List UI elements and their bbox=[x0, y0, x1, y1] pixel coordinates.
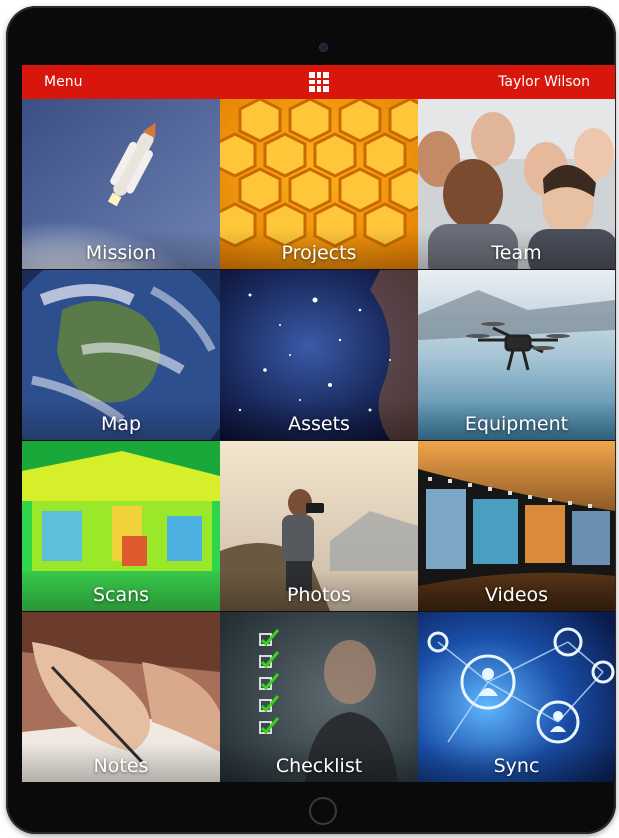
tile-label: Team bbox=[491, 242, 542, 264]
camera-dot bbox=[319, 43, 328, 52]
tile-projects[interactable]: Projects bbox=[220, 99, 418, 269]
tile-checklist[interactable]: Checklist bbox=[220, 612, 418, 782]
tile-photos[interactable]: Photos bbox=[220, 441, 418, 611]
tile-equipment[interactable]: Equipment bbox=[418, 270, 615, 440]
app-screen: Menu Taylor Wilson Mission Projects Team… bbox=[22, 65, 615, 782]
tile-label: Photos bbox=[286, 584, 352, 606]
tile-assets[interactable]: Assets bbox=[220, 270, 418, 440]
tile-label: Assets bbox=[288, 413, 350, 435]
home-button[interactable] bbox=[309, 797, 337, 825]
tile-label: Sync bbox=[493, 755, 540, 777]
tile-map[interactable]: Map bbox=[22, 270, 220, 440]
tile-team[interactable]: Team bbox=[418, 99, 615, 269]
user-name[interactable]: Taylor Wilson bbox=[498, 74, 590, 90]
tile-sync[interactable]: Sync bbox=[418, 612, 615, 782]
tile-label: Map bbox=[100, 413, 142, 435]
tile-videos[interactable]: Videos bbox=[418, 441, 615, 611]
tile-scans[interactable]: Scans bbox=[22, 441, 220, 611]
tile-label: Scans bbox=[92, 584, 150, 606]
tile-label: Notes bbox=[93, 755, 149, 777]
grid-icon[interactable] bbox=[309, 72, 329, 92]
tile-label: Equipment bbox=[464, 413, 569, 435]
top-bar: Menu Taylor Wilson bbox=[22, 65, 615, 99]
tile-label: Checklist bbox=[275, 755, 363, 777]
tile-notes[interactable]: Notes bbox=[22, 612, 220, 782]
tile-label: Projects bbox=[281, 242, 357, 264]
menu-button[interactable]: Menu bbox=[44, 74, 82, 90]
tile-mission[interactable]: Mission bbox=[22, 99, 220, 269]
tile-label: Videos bbox=[484, 584, 549, 606]
tile-grid: Mission Projects Team Map Assets Equipme… bbox=[22, 99, 615, 782]
tile-label: Mission bbox=[85, 242, 157, 264]
